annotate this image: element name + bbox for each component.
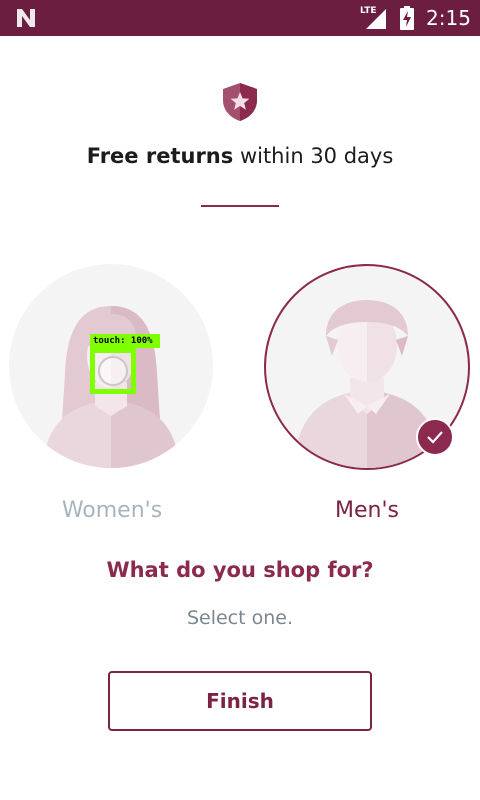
status-bar: LTE 2:15 [0, 0, 480, 36]
selected-check-badge [416, 418, 454, 456]
checkmark-icon [427, 431, 443, 444]
women-label[interactable]: Women's [0, 498, 232, 523]
clock: 2:15 [426, 6, 471, 30]
free-returns-headline: Free returns within 30 days [0, 144, 480, 168]
shop-for-question: What do you shop for? [106, 558, 374, 582]
men-label[interactable]: Men's [247, 498, 480, 523]
battery-charging-icon [400, 6, 414, 30]
shield-star-icon [223, 83, 257, 121]
finish-button[interactable]: Finish [108, 671, 372, 731]
touch-label: touch: 100% [90, 334, 160, 348]
headline-bold: Free returns [86, 144, 234, 168]
touch-point [98, 356, 128, 386]
n-logo-icon [17, 9, 35, 27]
divider [201, 205, 279, 207]
signal-icon [366, 9, 386, 29]
select-one-hint: Select one. [186, 607, 294, 629]
headline-rest: within 30 days [233, 144, 394, 168]
